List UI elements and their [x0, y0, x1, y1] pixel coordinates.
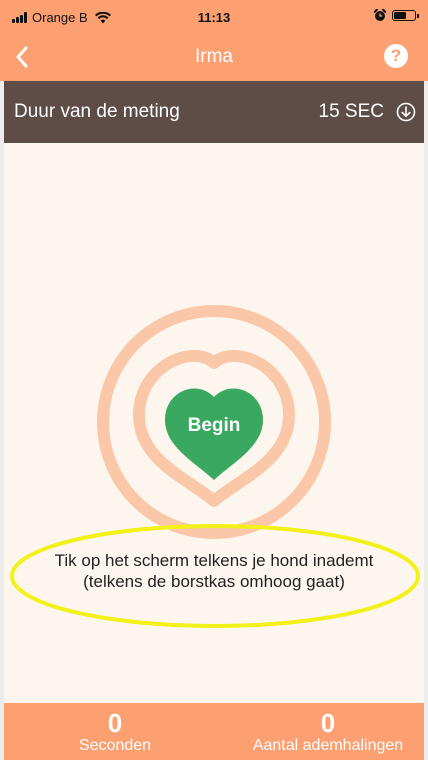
instruction-line-1: Tik op het scherm telkens je hond inadem… [54, 551, 374, 570]
duration-label: Duur van de meting [14, 101, 180, 122]
nav-bar: Irma ? [0, 34, 428, 81]
instruction-text: Tik op het scherm telkens je hond inadem… [14, 550, 414, 592]
counter-bar: 0 Seconden 0 Aantal ademhalingen [4, 703, 424, 760]
question-circle-icon: ? [390, 46, 402, 65]
begin-button[interactable]: Begin [164, 415, 264, 437]
alarm-clock-icon [374, 9, 386, 21]
seconds-counter: 0 Seconden [54, 708, 176, 755]
arrow-down-circle-icon [396, 102, 416, 122]
duration-selector[interactable]: Duur van de meting 15 SEC [4, 81, 424, 143]
status-right [374, 9, 419, 22]
status-bar: Orange B 11:13 [0, 0, 428, 34]
seconds-label: Seconden [78, 737, 152, 754]
frame-edge-right [424, 0, 428, 760]
instruction-line-2: (telkens de borstkas omhoog gaat) [83, 572, 345, 591]
breaths-counter: 0 Aantal ademhalingen [230, 708, 426, 755]
breaths-label: Aantal ademhalingen [252, 737, 404, 754]
page-title: Irma [195, 46, 233, 67]
breaths-value: 0 [320, 708, 336, 738]
seconds-value: 0 [107, 708, 123, 738]
duration-value: 15 SEC [318, 101, 384, 122]
help-button[interactable]: ? [384, 44, 408, 68]
battery-icon [392, 10, 419, 21]
status-time: 11:13 [197, 10, 231, 25]
